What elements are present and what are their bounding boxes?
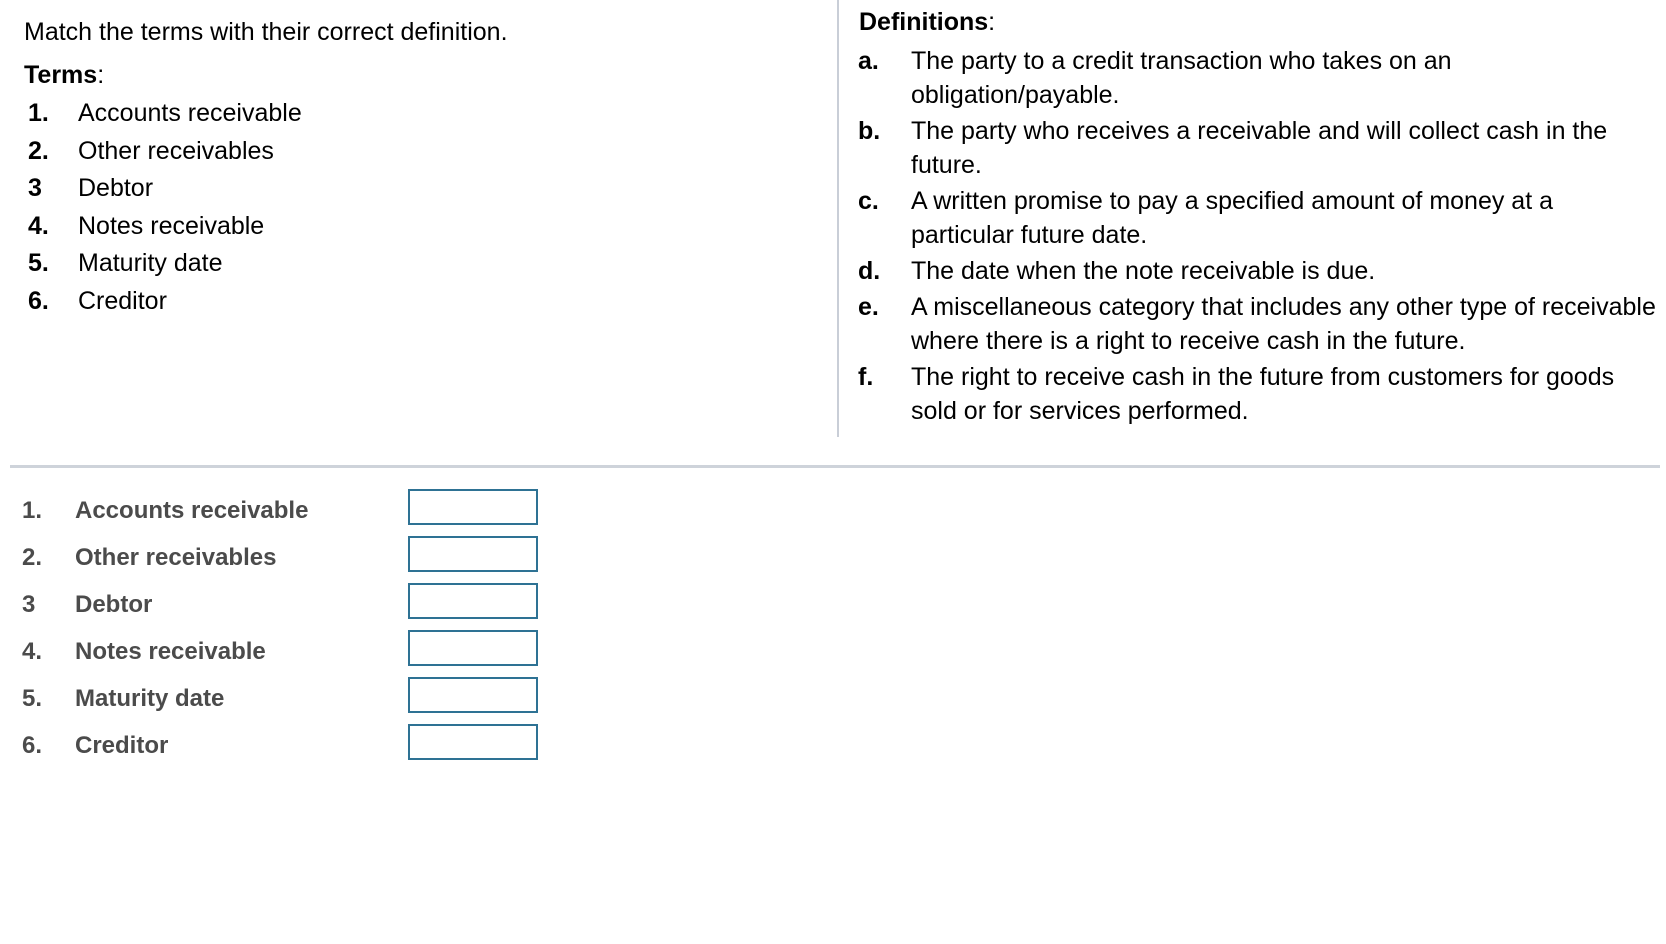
- answer-input-5[interactable]: [408, 677, 538, 713]
- term-label: Maturity date: [78, 249, 223, 277]
- definition-marker: d.: [858, 257, 881, 285]
- term-marker: 4.: [28, 211, 49, 240]
- terms-heading-colon: :: [97, 61, 105, 89]
- definition-text: A written promise to pay a specified amo…: [911, 187, 1554, 249]
- term-marker: 2.: [28, 136, 49, 165]
- list-item: c. A written promise to pay a specified …: [837, 184, 1666, 252]
- instruction-text: Match the terms with their correct defin…: [24, 18, 508, 46]
- list-item: d. The date when the note receivable is …: [837, 254, 1666, 288]
- answer-label: Notes receivable: [75, 638, 266, 665]
- answer-marker: 1.: [22, 497, 43, 524]
- definitions-heading-colon: :: [988, 8, 996, 36]
- answer-marker: 5.: [22, 685, 43, 712]
- table-row: 3 Debtor: [0, 583, 1666, 634]
- answer-marker: 3: [22, 591, 36, 618]
- list-item: 2. Other receivables: [0, 135, 820, 173]
- definitions-heading-label: Definitions: [859, 8, 989, 36]
- definition-text: The party to a credit transaction who ta…: [911, 47, 1452, 109]
- answer-label: Maturity date: [75, 685, 225, 712]
- answer-label: Debtor: [75, 591, 153, 618]
- term-label: Notes receivable: [78, 211, 265, 240]
- table-row: 1. Accounts receivable: [0, 489, 1666, 540]
- list-item: e. A miscellaneous category that include…: [837, 290, 1666, 358]
- term-marker: 3: [28, 174, 42, 202]
- term-marker: 1.: [28, 99, 49, 127]
- term-marker: 5.: [28, 249, 49, 277]
- answer-input-4[interactable]: [408, 630, 538, 666]
- term-label: Other receivables: [78, 136, 274, 165]
- list-item: 3 Debtor: [0, 172, 820, 210]
- definitions-heading: Definitions:: [859, 7, 995, 37]
- answer-label: Accounts receivable: [75, 497, 309, 524]
- definition-text: The date when the note receivable is due…: [911, 257, 1376, 285]
- list-item: 1. Accounts receivable: [0, 97, 820, 135]
- definitions-list: a. The party to a credit transaction who…: [837, 44, 1666, 430]
- list-item: b. The party who receives a receivable a…: [837, 114, 1666, 182]
- terms-list: 1. Accounts receivable 2. Other receivab…: [0, 97, 820, 322]
- answer-marker: 2.: [22, 544, 43, 571]
- list-item: a. The party to a credit transaction who…: [837, 44, 1666, 112]
- answer-label: Other receivables: [75, 544, 277, 571]
- list-item: 6. Creditor: [0, 285, 820, 323]
- answer-input-6[interactable]: [408, 724, 538, 760]
- terms-heading-label: Terms: [24, 61, 98, 89]
- table-row: 4. Notes receivable: [0, 630, 1666, 681]
- table-row: 2. Other receivables: [0, 536, 1666, 587]
- answer-marker: 6.: [22, 732, 43, 759]
- answer-marker: 4.: [22, 638, 43, 665]
- answer-section: 1. Accounts receivable 2. Other receivab…: [0, 489, 1666, 775]
- definition-marker: f.: [858, 363, 874, 391]
- table-row: 5. Maturity date: [0, 677, 1666, 728]
- term-marker: 6.: [28, 286, 49, 315]
- definition-text: The right to receive cash in the future …: [911, 363, 1615, 425]
- definition-marker: e.: [858, 293, 879, 321]
- list-item: 4. Notes receivable: [0, 210, 820, 248]
- definition-marker: c.: [858, 187, 879, 215]
- definition-text: A miscellaneous category that includes a…: [911, 293, 1656, 355]
- definition-marker: b.: [858, 117, 881, 145]
- term-label: Creditor: [78, 286, 167, 315]
- question-top-section: Match the terms with their correct defin…: [0, 0, 1666, 456]
- answer-input-2[interactable]: [408, 536, 538, 572]
- table-row: 6. Creditor: [0, 724, 1666, 775]
- term-label: Debtor: [78, 174, 154, 202]
- answer-input-1[interactable]: [408, 489, 538, 525]
- list-item: f. The right to receive cash in the futu…: [837, 360, 1666, 428]
- list-item: 5. Maturity date: [0, 247, 820, 285]
- answer-label: Creditor: [75, 732, 169, 759]
- definition-text: The party who receives a receivable and …: [911, 117, 1608, 179]
- term-label: Accounts receivable: [78, 99, 302, 127]
- terms-heading: Terms:: [24, 60, 104, 90]
- definition-marker: a.: [858, 47, 879, 75]
- section-divider: [10, 465, 1660, 468]
- answer-input-3[interactable]: [408, 583, 538, 619]
